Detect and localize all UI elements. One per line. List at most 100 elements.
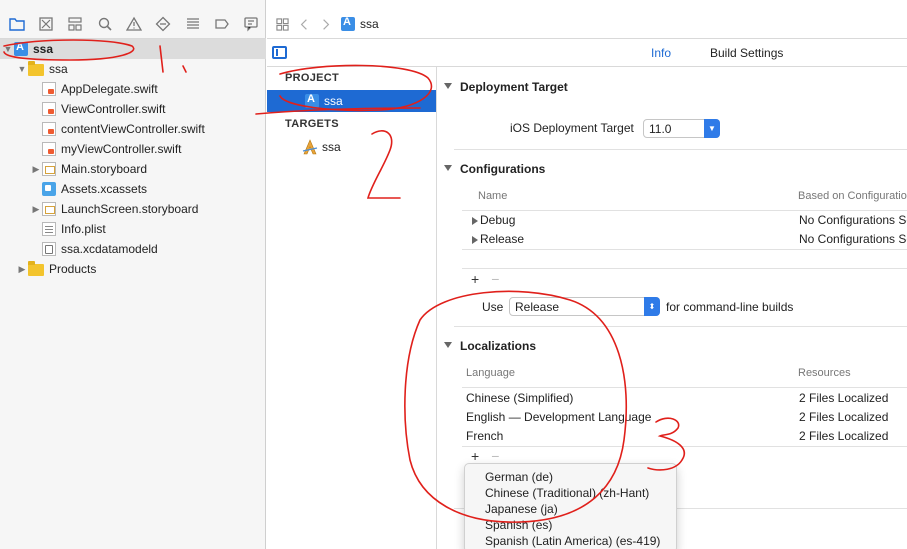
project-item-ssa[interactable]: ssa — [267, 90, 436, 112]
test-navigator-icon[interactable] — [149, 13, 178, 35]
tree-row-label: ssa — [33, 42, 54, 56]
ios-deployment-target-select[interactable]: 11.0 ▼ — [643, 119, 720, 138]
folder-icon[interactable] — [2, 13, 31, 35]
editor-tab-bar: Info Build Settings — [267, 39, 907, 67]
ios-deployment-target-label: iOS Deployment Target — [510, 121, 634, 135]
folder-file-icon — [28, 260, 44, 276]
add-localization-menu: German (de) Chinese (Traditional) (zh-Ha… — [464, 463, 677, 549]
app-target-icon — [302, 139, 318, 155]
target-item-ssa[interactable]: ssa — [267, 136, 436, 158]
grid-icon[interactable] — [271, 13, 293, 35]
symbol-navigator-icon[interactable] — [61, 13, 90, 35]
tree-row-label: LaunchScreen.storyboard — [61, 202, 199, 216]
menu-item-language[interactable]: Chinese (Traditional) (zh-Hant) — [465, 485, 676, 501]
warning-icon[interactable] — [119, 13, 148, 35]
tree-row-model[interactable]: ssa.xcdatamodeld — [0, 239, 266, 259]
table-divider — [462, 268, 907, 269]
deployment-target-title: Deployment Target — [460, 80, 568, 94]
localizations-add-remove: + − — [471, 448, 499, 464]
localization-resources: 2 Files Localized — [799, 429, 889, 443]
use-label: Use — [482, 300, 504, 314]
menu-item-language[interactable]: Spanish (es) — [465, 517, 676, 533]
command-line-build-config-select[interactable]: Release ⬍ — [509, 297, 660, 316]
configurations-section-header[interactable]: Configurations — [444, 162, 546, 176]
jump-bar-file[interactable]: ssa — [341, 16, 379, 31]
sidebar-toggle-icon[interactable] — [272, 46, 287, 59]
tree-row-swift[interactable]: contentViewController.swift — [0, 119, 266, 139]
tree-row-label: contentViewController.swift — [61, 122, 205, 136]
target-item-label: ssa — [322, 140, 341, 154]
command-line-build-config-value: Release — [515, 299, 560, 314]
localization-resources: 2 Files Localized — [799, 391, 889, 405]
xcode-project-icon — [305, 93, 319, 108]
disclosure-open-icon[interactable]: ▼ — [16, 63, 28, 75]
disclosure-open-icon[interactable] — [444, 165, 452, 171]
tree-row-storyboard[interactable]: ▶ LaunchScreen.storyboard — [0, 199, 266, 219]
project-item-label: ssa — [324, 94, 343, 108]
search-icon[interactable] — [90, 13, 119, 35]
back-arrow-icon[interactable] — [293, 13, 315, 35]
disclosure-closed-icon[interactable]: ▶ — [16, 263, 28, 275]
tree-row-project-root[interactable]: ▼ ssa — [0, 39, 266, 59]
configuration-based-on: No Configurations Set — [799, 232, 907, 246]
tree-row-assets[interactable]: Assets.xcassets — [0, 179, 266, 199]
breakpoint-icon[interactable] — [207, 13, 236, 35]
localizations-language-column-header: Language — [466, 367, 515, 379]
configurations-based-column-header: Based on Configuration File — [798, 190, 907, 202]
section-divider — [454, 326, 907, 327]
folder-file-icon — [28, 60, 44, 76]
localizations-resources-column-header: Resources — [798, 367, 851, 379]
remove-localization-button[interactable]: − — [491, 448, 499, 464]
file-tree: ▼ ssa ▼ ssa AppDelegate.swift ViewControlle… — [0, 39, 266, 279]
storyboard-file-icon — [42, 202, 56, 216]
localization-language: French — [466, 429, 504, 443]
project-section-header: PROJECT — [285, 72, 340, 84]
tree-row-label: ssa.xcdatamodeld — [61, 242, 158, 256]
tree-row-plist[interactable]: Info.plist — [0, 219, 266, 239]
tab-info[interactable]: Info — [651, 46, 671, 60]
tab-build-settings[interactable]: Build Settings — [710, 46, 783, 60]
swift-file-icon — [42, 82, 56, 96]
disclosure-closed-icon[interactable] — [472, 235, 478, 244]
tree-row-label: Products — [49, 262, 97, 276]
tree-row-swift[interactable]: AppDelegate.swift — [0, 79, 266, 99]
remove-configuration-button[interactable]: − — [491, 271, 499, 287]
disclosure-open-icon[interactable] — [444, 83, 452, 89]
tree-row-label: AppDelegate.swift — [61, 82, 158, 96]
table-divider — [462, 249, 907, 250]
tree-row-swift[interactable]: ViewController.swift — [0, 99, 266, 119]
disclosure-closed-icon[interactable] — [472, 216, 478, 225]
add-localization-button[interactable]: + — [471, 448, 479, 464]
ios-deployment-target-value: 11.0 — [649, 121, 672, 136]
deployment-target-section-header[interactable]: Deployment Target — [444, 80, 568, 94]
disclosure-closed-icon[interactable]: ▶ — [30, 163, 42, 175]
tree-row-storyboard[interactable]: ▶ Main.storyboard — [0, 159, 266, 179]
report-navigator-icon[interactable] — [237, 13, 266, 35]
add-configuration-button[interactable]: + — [471, 271, 479, 287]
tree-row-folder[interactable]: ▶ Products — [0, 259, 266, 279]
tree-row-swift[interactable]: myViewController.swift — [0, 139, 266, 159]
configurations-title: Configurations — [460, 162, 546, 176]
debug-navigator-icon[interactable] — [178, 13, 207, 35]
disclosure-closed-icon[interactable]: ▶ — [30, 203, 42, 215]
disclosure-open-icon[interactable]: ▼ — [2, 43, 14, 55]
project-targets-list: PROJECT ssa TARGETS ssa — [267, 67, 437, 549]
swift-file-icon — [42, 122, 56, 136]
configuration-name: Release — [472, 232, 524, 246]
menu-item-language[interactable]: Japanese (ja) — [465, 501, 676, 517]
jump-bar: ssa — [267, 10, 907, 38]
configurations-add-remove: + − — [471, 271, 499, 287]
forward-arrow-icon[interactable] — [315, 13, 337, 35]
chevron-updown-icon: ⬍ — [644, 297, 660, 316]
disclosure-open-icon[interactable] — [444, 342, 452, 348]
plist-file-icon — [42, 222, 56, 236]
localizations-title: Localizations — [460, 339, 537, 353]
tree-row-folder[interactable]: ▼ ssa — [0, 59, 266, 79]
menu-item-language[interactable]: Spanish (Latin America) (es-419) — [465, 533, 676, 549]
menu-item-language[interactable]: German (de) — [465, 469, 676, 485]
source-control-icon[interactable] — [31, 13, 60, 35]
localizations-section-header[interactable]: Localizations — [444, 339, 537, 353]
